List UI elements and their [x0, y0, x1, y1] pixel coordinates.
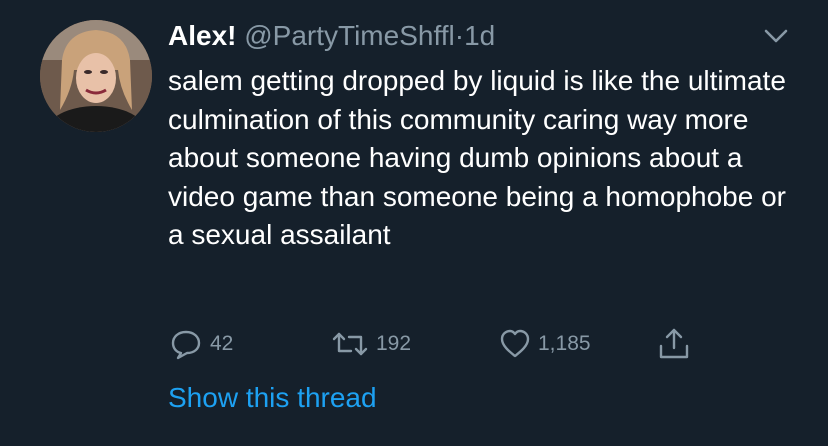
tweet: Alex! @PartyTimeShffl·1d salem getting d…: [0, 0, 828, 446]
author-name[interactable]: Alex!: [168, 20, 236, 51]
show-thread-link[interactable]: Show this thread: [168, 380, 377, 416]
reply-count: 42: [210, 332, 234, 355]
reply-icon: [171, 330, 201, 360]
author-handle[interactable]: @PartyTimeShffl: [244, 20, 454, 51]
like-count: 1,185: [538, 332, 591, 355]
avatar-image: [40, 20, 152, 132]
avatar[interactable]: [40, 20, 152, 132]
tweet-header: Alex! @PartyTimeShffl·1d: [168, 18, 495, 54]
share-icon: [659, 328, 689, 359]
like-button[interactable]: 1,185: [498, 326, 591, 362]
tweet-actions: 42 192 1,185: [168, 326, 728, 362]
retweet-count: 192: [376, 332, 412, 355]
separator: ·: [454, 20, 465, 51]
retweet-icon: [332, 332, 368, 356]
chevron-down-icon: [764, 29, 788, 43]
tweet-text: salem getting dropped by liquid is like …: [168, 65, 786, 250]
heart-icon: [500, 329, 530, 358]
retweet-button[interactable]: 192: [330, 326, 411, 362]
tweet-menu-button[interactable]: [760, 22, 792, 50]
reply-button[interactable]: 42: [168, 326, 233, 362]
share-button[interactable]: [656, 326, 692, 362]
timestamp[interactable]: 1d: [464, 20, 495, 51]
